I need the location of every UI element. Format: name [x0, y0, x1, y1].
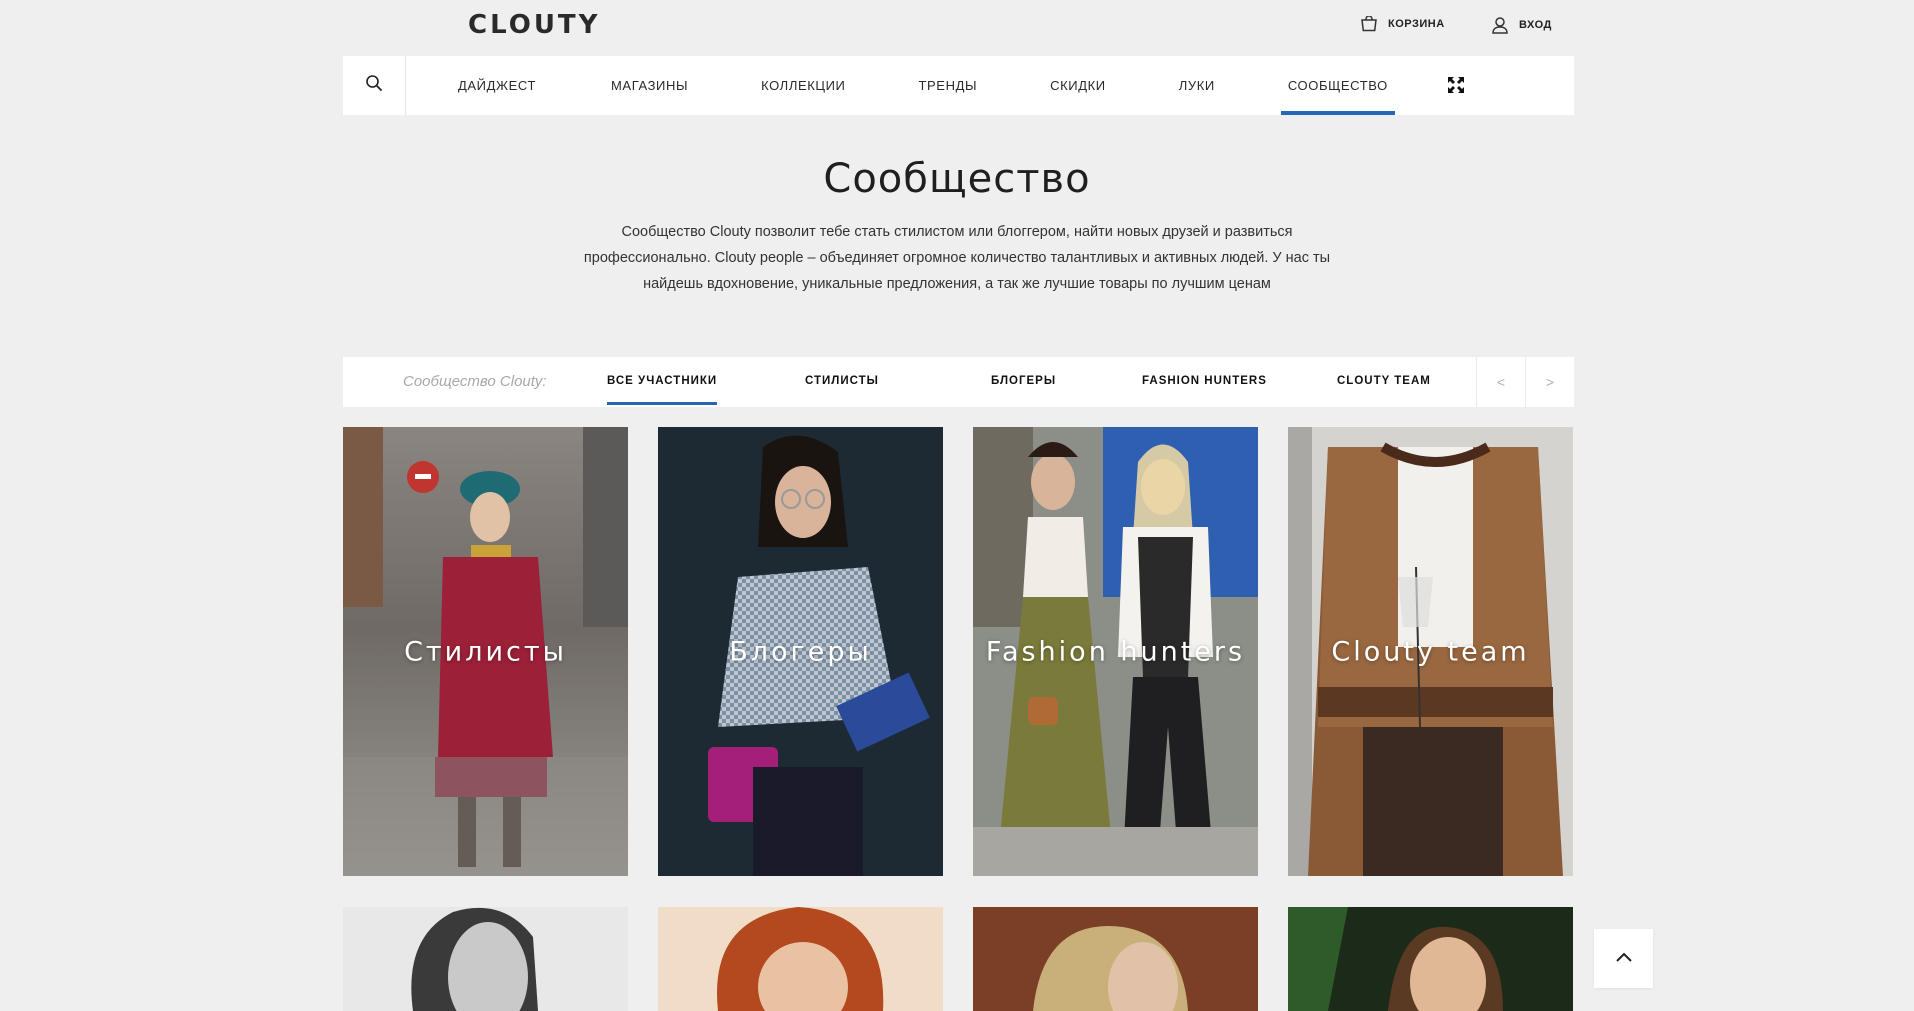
tab-all-members[interactable]: ВСЕ УЧАСТНИКИ — [607, 375, 718, 405]
bag-icon — [1360, 16, 1378, 32]
tab-bloggers[interactable]: БЛОГЕРЫ — [991, 375, 1056, 387]
card-fashion-hunters[interactable]: Fashion hunters — [973, 427, 1258, 876]
expand-icon[interactable] — [1447, 76, 1465, 99]
main-nav: ДАЙДЖЕСТ МАГАЗИНЫ КОЛЛЕКЦИИ ТРЕНДЫ СКИДК… — [343, 56, 1574, 115]
nav-item-looks[interactable]: ЛУКИ — [1179, 56, 1215, 115]
page-description: Сообщество Clouty позволит тебе стать ст… — [583, 224, 1331, 292]
member-card[interactable] — [658, 907, 943, 1011]
search-icon — [365, 74, 383, 97]
member-card[interactable] — [1288, 907, 1573, 1011]
nav-item-trends[interactable]: ТРЕНДЫ — [919, 56, 978, 115]
page-title: Сообщество — [823, 156, 1091, 202]
member-photo — [1288, 907, 1573, 1011]
logo[interactable]: CLOUTY — [468, 10, 601, 40]
nav-item-shops[interactable]: МАГАЗИНЫ — [611, 56, 688, 115]
card-label: Блогеры — [729, 636, 872, 667]
member-photo — [343, 907, 628, 1011]
tab-stylists[interactable]: СТИЛИСТЫ — [805, 375, 879, 387]
member-card[interactable] — [343, 907, 628, 1011]
card-label: Clouty team — [1331, 636, 1530, 667]
member-card[interactable] — [973, 907, 1258, 1011]
top-bar: CLOUTY КОРЗИНА ВХОД — [0, 0, 1914, 56]
tab-fashion-hunters[interactable]: FASHION HUNTERS — [1142, 375, 1267, 387]
tab-clouty-team[interactable]: CLOUTY TEAM — [1337, 375, 1431, 387]
chevron-up-icon — [1615, 950, 1633, 968]
card-label: Fashion hunters — [985, 636, 1246, 667]
nav-items: ДАЙДЖЕСТ МАГАЗИНЫ КОЛЛЕКЦИИ ТРЕНДЫ СКИДК… — [406, 56, 1395, 115]
back-to-top-button[interactable] — [1594, 929, 1653, 988]
card-bloggers[interactable]: Блогеры — [658, 427, 943, 876]
nav-item-community[interactable]: СООБЩЕСТВО — [1280, 56, 1395, 115]
login-link[interactable]: ВХОД — [1491, 16, 1552, 34]
login-label: ВХОД — [1519, 19, 1552, 31]
nav-item-digest[interactable]: ДАЙДЖЕСТ — [458, 56, 536, 115]
member-photo — [973, 907, 1258, 1011]
cart-link[interactable]: КОРЗИНА — [1360, 16, 1445, 32]
next-button[interactable]: > — [1525, 357, 1574, 407]
nav-item-discounts[interactable]: СКИДКИ — [1050, 56, 1106, 115]
card-clouty-team[interactable]: Clouty team — [1288, 427, 1573, 876]
filter-pagination: < > — [1476, 357, 1574, 407]
user-icon — [1491, 16, 1509, 34]
search-button[interactable] — [343, 56, 406, 115]
filter-label: Сообщество Clouty: — [403, 373, 547, 390]
member-photo — [658, 907, 943, 1011]
prev-button[interactable]: < — [1476, 357, 1525, 407]
card-stylists[interactable]: Стилисты — [343, 427, 628, 876]
nav-item-collections[interactable]: КОЛЛЕКЦИИ — [761, 56, 845, 115]
community-filter: Сообщество Clouty: ВСЕ УЧАСТНИКИ СТИЛИСТ… — [343, 357, 1574, 407]
card-label: Стилисты — [404, 636, 567, 667]
cart-label: КОРЗИНА — [1388, 18, 1445, 30]
